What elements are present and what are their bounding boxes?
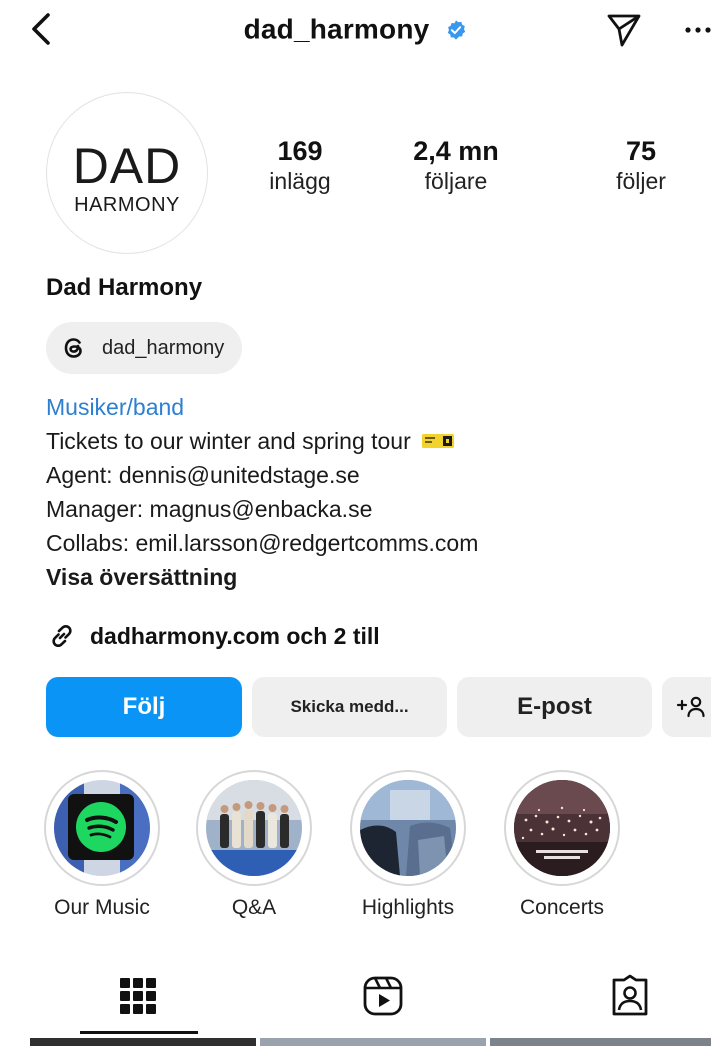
logo-harmony-text: HARMONY [74,194,180,216]
tab-tagged[interactable] [510,960,711,1036]
profile-stats: 169 inlägg 2,4 mn följare 75 följer [230,136,700,206]
bio-agent: Agent: dennis@unitedstage.se [46,462,360,488]
highlight-label: Highlights [361,896,455,919]
tagged-icon [612,974,648,1016]
top-bar: dad_harmony [0,0,711,64]
spotify-icon [76,802,126,852]
bio-tour-text: Tickets to our winter and spring tour [46,428,411,454]
see-translation-link[interactable]: Visa översättning [46,560,696,594]
highlight-thumbnail [514,780,610,876]
bio-line-tour: Tickets to our winter and spring tour [46,424,696,458]
profile-display-name: Dad Harmony [46,274,203,301]
logo-dad-text: DAD [73,138,182,194]
avatar[interactable]: DAD HARMONY [46,92,208,254]
highlight-thumbnail [360,780,456,876]
highlight-highlights[interactable]: Highlights [346,770,470,920]
posts-grid-peek [30,1038,711,1046]
post-thumbnail[interactable] [30,1038,256,1046]
profile-category[interactable]: Musiker/band [46,390,696,424]
highlight-thumbnail [206,780,302,876]
link-icon [52,624,72,648]
links-label: dadharmony.com och 2 till [90,622,380,649]
ticket-emoji-icon [422,434,455,448]
highlight-concerts[interactable]: Concerts [500,770,624,920]
more-options-icon[interactable] [680,8,711,48]
story-highlights: Our Music Q&A Highlights Concerts [40,770,711,930]
highlight-thumbnail [54,780,150,876]
highlight-ring [350,770,466,886]
highlight-qa[interactable]: Q&A [192,770,316,920]
following-count: 75 [625,136,657,166]
bio-manager: Manager: magnus@enbacka.se [46,496,373,522]
threads-badge[interactable]: dad_harmony [46,322,243,374]
profile-username-header: dad_harmony [0,12,711,46]
stat-following[interactable]: 75 följer [571,136,711,196]
stat-followers[interactable]: 2,4 mn följare [386,136,526,196]
highlight-ring [196,770,312,886]
post-thumbnail[interactable] [260,1038,486,1046]
dad-harmony-logo: DAD HARMONY [73,138,182,216]
email-button[interactable]: E-post [457,677,652,737]
profile-header: DAD HARMONY 169 inlägg 2,4 mn följare 75… [0,90,711,260]
follow-button[interactable]: Följ [46,677,242,737]
username-title: dad_harmony [243,13,430,45]
profile-tabs [0,960,711,1036]
highlight-label: Concerts [519,896,605,919]
band-photo [220,801,289,848]
tab-grid[interactable] [20,960,257,1036]
threads-icon [64,338,82,358]
direct-message-icon[interactable] [606,12,642,48]
grid-icon [120,978,156,1014]
highlight-ring [44,770,160,886]
post-thumbnail[interactable] [490,1038,711,1046]
followers-count: 2,4 mn [413,136,499,166]
add-person-icon [676,696,705,718]
followers-label: följare [424,168,488,194]
message-button-label: Skicka medd... [290,697,409,716]
external-links[interactable]: dadharmony.com och 2 till [46,620,380,652]
suggested-accounts-button[interactable] [662,677,711,737]
stat-posts[interactable]: 169 inlägg [230,136,370,196]
highlight-label: Our Music [54,896,150,919]
bio-collabs: Collabs: emil.larsson@redgertcomms.com [46,530,479,556]
tab-reels[interactable] [265,960,502,1036]
following-label: följer [616,168,666,194]
follow-button-label: Följ [122,693,166,720]
threads-handle: dad_harmony [102,336,225,359]
email-button-label: E-post [517,693,592,720]
active-tab-indicator [80,1031,198,1034]
stage-photo [360,780,456,876]
highlight-label: Q&A [231,896,277,919]
crowd-photo [514,780,610,876]
posts-label: inlägg [269,168,331,194]
profile-bio: Musiker/band Tickets to our winter and s… [46,390,696,594]
verified-badge-icon [448,19,466,40]
reels-icon [363,976,403,1016]
message-button[interactable]: Skicka medd... [252,677,447,737]
highlight-ring [504,770,620,886]
highlight-our-music[interactable]: Our Music [40,770,164,920]
posts-count: 169 [277,136,323,166]
